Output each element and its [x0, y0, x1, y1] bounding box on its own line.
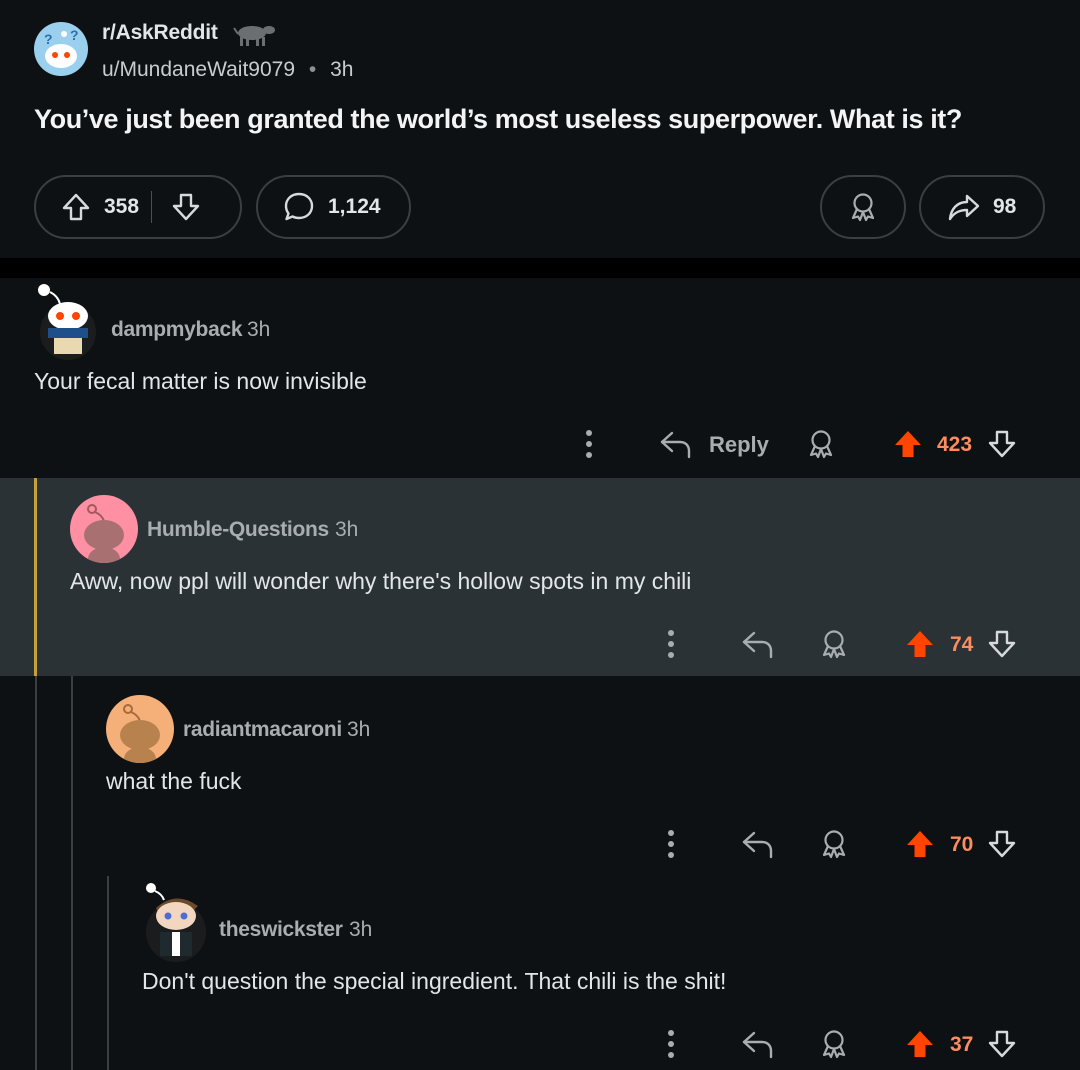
- downvote-button[interactable]: [986, 628, 1018, 660]
- upvote-filled-icon: [892, 428, 924, 460]
- award-icon: [818, 1028, 850, 1060]
- comment-score: 74: [950, 633, 974, 656]
- award-icon: [818, 828, 850, 860]
- more-options-icon: [583, 428, 595, 460]
- thread-line[interactable]: [107, 876, 109, 1070]
- more-options-button[interactable]: [665, 628, 677, 660]
- post-author[interactable]: u/MundaneWait9079: [102, 58, 295, 81]
- commenter-avatar[interactable]: [106, 695, 174, 763]
- reply-button[interactable]: [740, 628, 776, 660]
- meta-separator: •: [308, 58, 317, 81]
- comment-username[interactable]: Humble-Questions: [147, 518, 329, 542]
- post-title: You’ve just been granted the world’s mos…: [34, 104, 962, 134]
- thread-line-highlighted: [34, 478, 37, 676]
- subreddit-avatar[interactable]: ? ?: [34, 22, 88, 76]
- vote-pill: 358: [34, 175, 242, 239]
- award-button[interactable]: [818, 628, 850, 660]
- more-options-icon: [665, 628, 677, 660]
- comment-time: 3h: [349, 918, 373, 941]
- downvote-icon: [986, 428, 1018, 460]
- upvote-filled-icon: [904, 1028, 936, 1060]
- downvote-icon: [986, 828, 1018, 860]
- upvote-button[interactable]: [904, 1028, 936, 1060]
- award-icon: [805, 428, 837, 460]
- upvote-button[interactable]: [892, 428, 924, 460]
- post-meta: u/MundaneWait9079 • 3h: [102, 58, 353, 82]
- share-count: 98: [993, 195, 1017, 218]
- svg-text:?: ?: [44, 31, 53, 47]
- upvote-filled-icon: [904, 828, 936, 860]
- comment-time: 3h: [335, 518, 359, 541]
- post-time: 3h: [330, 58, 354, 81]
- upvote-button[interactable]: [60, 191, 92, 223]
- thread-line[interactable]: [35, 676, 37, 1070]
- award-button[interactable]: [818, 1028, 850, 1060]
- post-divider: [0, 258, 1080, 278]
- comment-username[interactable]: theswickster: [219, 918, 343, 942]
- more-options-button[interactable]: [665, 1028, 677, 1060]
- comment-bubble-icon: [284, 192, 314, 221]
- more-options-icon: [665, 1028, 677, 1060]
- award-button[interactable]: [805, 428, 837, 460]
- comment-count: 1,124: [328, 195, 381, 218]
- commenter-avatar[interactable]: [36, 282, 100, 360]
- subreddit-name[interactable]: r/AskReddit: [102, 21, 218, 45]
- comment-time: 3h: [347, 718, 371, 741]
- commenter-avatar[interactable]: [70, 495, 138, 563]
- reply-icon: [740, 828, 776, 860]
- commenter-avatar[interactable]: [142, 880, 210, 964]
- comment-username[interactable]: dampmyback: [111, 318, 243, 342]
- reply-icon: [740, 1028, 776, 1060]
- reply-button[interactable]: [740, 1028, 776, 1060]
- comment-body: Your fecal matter is now invisible: [34, 368, 367, 394]
- downvote-button[interactable]: [986, 428, 1018, 460]
- reply-icon: [658, 428, 694, 460]
- comment-body: what the fuck: [106, 768, 242, 794]
- comment-body: Aww, now ppl will wonder why there's hol…: [70, 568, 692, 594]
- thread-line[interactable]: [71, 676, 73, 1070]
- comment-score: 423: [937, 433, 973, 456]
- comment-score: 70: [950, 833, 974, 856]
- upvote-filled-icon: [904, 628, 936, 660]
- downvote-button[interactable]: [170, 191, 202, 223]
- award-icon: [847, 191, 879, 223]
- downvote-button[interactable]: [986, 1028, 1018, 1060]
- more-options-button[interactable]: [665, 828, 677, 860]
- comment-time: 3h: [247, 318, 271, 341]
- downvote-icon: [986, 628, 1018, 660]
- comments-button[interactable]: 1,124: [256, 175, 411, 239]
- post-score: 358: [104, 195, 140, 218]
- award-button[interactable]: [818, 828, 850, 860]
- cow-flair-icon: [230, 18, 276, 48]
- award-button[interactable]: [820, 175, 906, 239]
- share-button[interactable]: 98: [919, 175, 1045, 239]
- upvote-button[interactable]: [904, 628, 936, 660]
- comment-score: 37: [950, 1033, 974, 1056]
- more-options-icon: [665, 828, 677, 860]
- downvote-icon: [170, 191, 202, 223]
- svg-text:?: ?: [70, 27, 79, 43]
- reply-icon: [740, 628, 776, 660]
- upvote-icon: [60, 191, 92, 223]
- downvote-icon: [986, 1028, 1018, 1060]
- award-icon: [818, 628, 850, 660]
- more-options-button[interactable]: [583, 428, 595, 460]
- comment-username[interactable]: radiantmacaroni: [183, 718, 342, 742]
- vote-divider: [151, 191, 153, 223]
- upvote-button[interactable]: [904, 828, 936, 860]
- share-icon: [948, 194, 980, 221]
- post-header: ? ? r/AskReddit u/MundaneWait9079 • 3h Y…: [0, 0, 1080, 258]
- comment-body: Don't question the special ingredient. T…: [142, 968, 727, 994]
- downvote-button[interactable]: [986, 828, 1018, 860]
- reply-button[interactable]: [740, 828, 776, 860]
- reply-button[interactable]: [658, 428, 694, 460]
- reply-label[interactable]: Reply: [709, 432, 769, 458]
